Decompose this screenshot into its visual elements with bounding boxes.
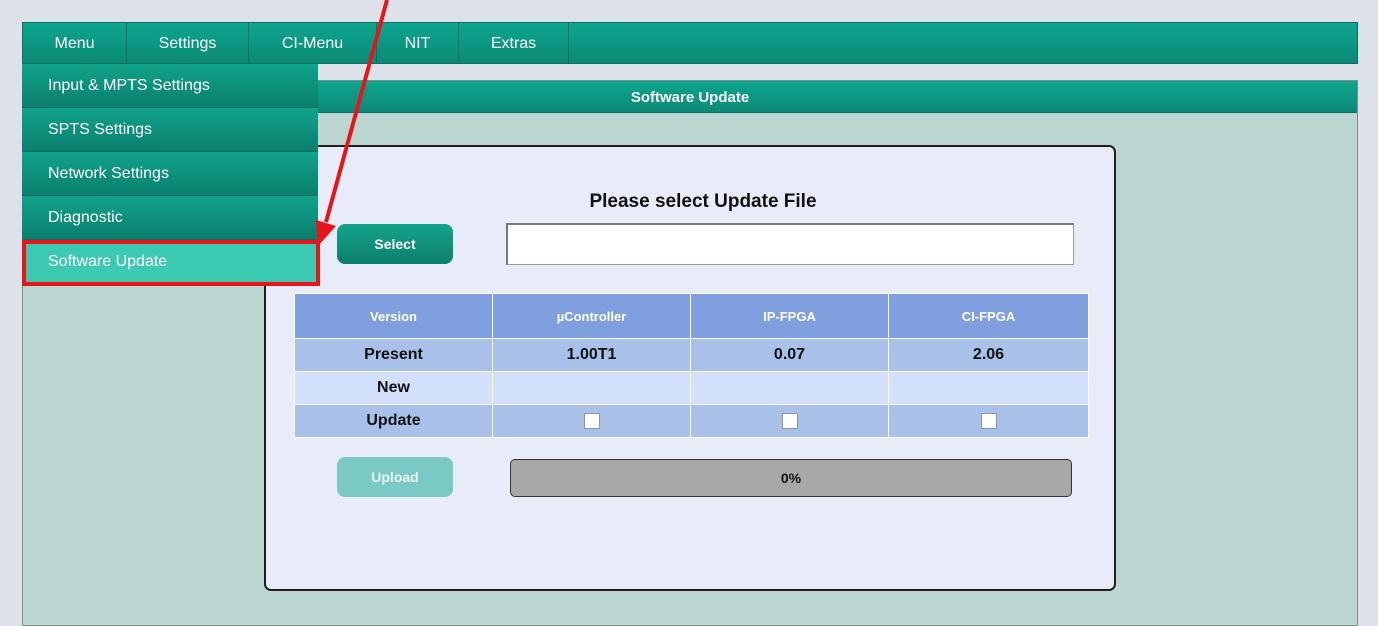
header-ip-fpga: IP-FPGA bbox=[690, 293, 889, 339]
upload-button[interactable]: Upload bbox=[337, 457, 453, 497]
present-ucontroller-version: 1.00T1 bbox=[492, 338, 691, 372]
nav-item-settings[interactable]: Settings bbox=[127, 23, 249, 63]
header-version: Version bbox=[294, 293, 493, 339]
menu-item-spts-settings[interactable]: SPTS Settings bbox=[22, 108, 318, 152]
update-ci-fpga-cell bbox=[888, 404, 1089, 438]
version-table: Version µController IP-FPGA CI-FPGA Pres… bbox=[294, 293, 1089, 438]
new-ucontroller-version bbox=[492, 371, 691, 405]
nav-item-extras[interactable]: Extras bbox=[459, 23, 569, 63]
upload-progress-bar: 0% bbox=[510, 459, 1072, 497]
new-ci-fpga-version bbox=[888, 371, 1089, 405]
nav-item-nit[interactable]: NIT bbox=[377, 23, 459, 63]
nav-item-ci-menu[interactable]: CI-Menu bbox=[249, 23, 377, 63]
nav-item-menu[interactable]: Menu bbox=[23, 23, 127, 63]
select-file-button[interactable]: Select bbox=[337, 224, 453, 264]
table-row-update: Update bbox=[294, 404, 1089, 438]
present-ip-fpga-version: 0.07 bbox=[690, 338, 889, 372]
file-path-input[interactable] bbox=[506, 223, 1074, 265]
update-ip-fpga-cell bbox=[690, 404, 889, 438]
header-ci-fpga: CI-FPGA bbox=[888, 293, 1089, 339]
version-table-header: Version µController IP-FPGA CI-FPGA bbox=[294, 293, 1089, 339]
menu-item-diagnostic[interactable]: Diagnostic bbox=[22, 196, 318, 240]
present-ci-fpga-version: 2.06 bbox=[888, 338, 1089, 372]
menu-item-input-mpts-settings[interactable]: Input & MPTS Settings bbox=[22, 64, 318, 108]
new-ip-fpga-version bbox=[690, 371, 889, 405]
header-ucontroller: µController bbox=[492, 293, 691, 339]
row-label-new: New bbox=[294, 371, 493, 405]
update-ip-fpga-checkbox[interactable] bbox=[781, 412, 798, 429]
update-ucontroller-checkbox[interactable] bbox=[583, 412, 600, 429]
menu-item-software-update[interactable]: Software Update bbox=[22, 240, 318, 284]
top-navbar: Menu Settings CI-Menu NIT Extras bbox=[22, 22, 1358, 64]
progress-label: 0% bbox=[780, 470, 802, 486]
update-ci-fpga-checkbox[interactable] bbox=[980, 412, 997, 429]
row-label-present: Present bbox=[294, 338, 493, 372]
table-row-present: Present 1.00T1 0.07 2.06 bbox=[294, 338, 1089, 372]
menu-item-network-settings[interactable]: Network Settings bbox=[22, 152, 318, 196]
row-label-update: Update bbox=[294, 404, 493, 438]
update-ucontroller-cell bbox=[492, 404, 691, 438]
panel-title: Please select Update File bbox=[589, 191, 817, 212]
table-row-new: New bbox=[294, 371, 1089, 405]
settings-dropdown-menu: Input & MPTS Settings SPTS Settings Netw… bbox=[22, 64, 318, 284]
update-panel: Please select Update File Select Version… bbox=[264, 145, 1116, 591]
